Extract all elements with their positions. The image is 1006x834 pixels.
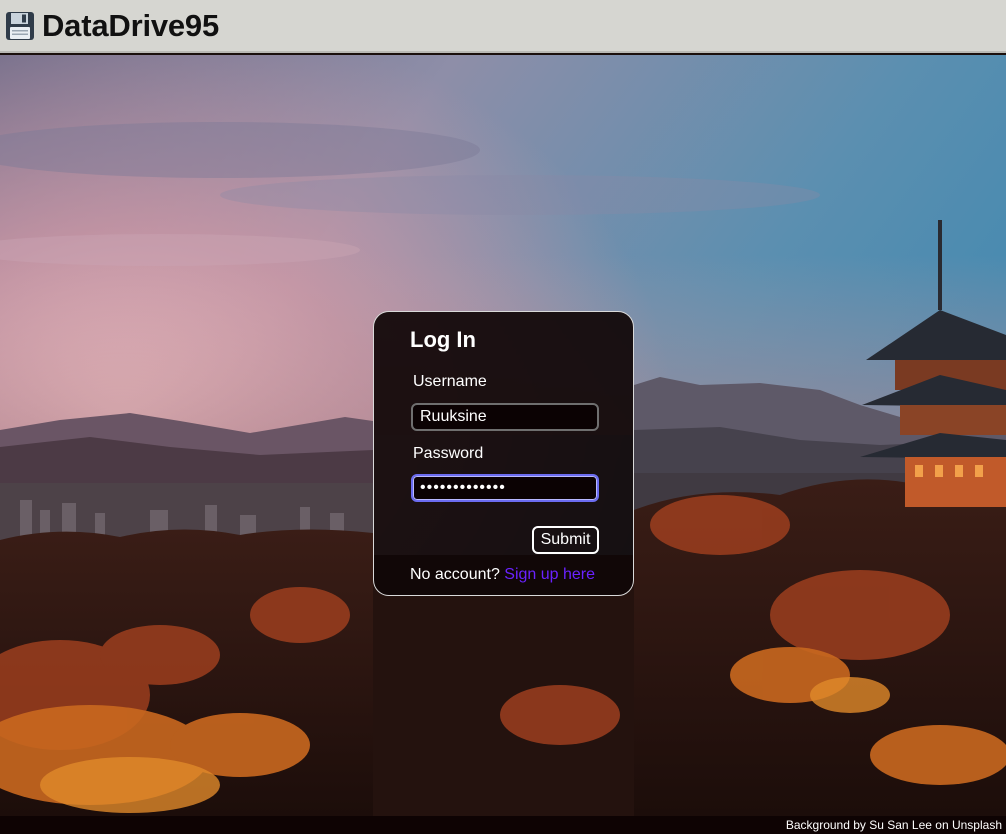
submit-button[interactable]: Submit xyxy=(532,526,599,554)
signup-prompt: No account? Sign up here xyxy=(410,566,595,584)
username-input[interactable] xyxy=(411,403,599,431)
app-root: DataDrive95 Log In Username Ruuksine Pas… xyxy=(0,0,1006,834)
login-card: Log In Username Password Submit No accou… xyxy=(373,311,634,596)
app-title: DataDrive95 xyxy=(42,7,220,43)
signup-link[interactable]: Sign up here xyxy=(504,566,595,583)
password-label: Password xyxy=(413,445,484,462)
footer-bar: Background by Su San Lee on Unsplash xyxy=(0,816,1006,834)
no-account-text: No account? xyxy=(410,566,505,583)
username-label: Username xyxy=(413,373,487,390)
login-title: Log In xyxy=(410,327,476,352)
background-credit: Background by Su San Lee on Unsplash xyxy=(785,818,1002,832)
password-input[interactable] xyxy=(411,474,599,502)
floppy-disk-icon xyxy=(4,10,36,42)
app-header: DataDrive95 xyxy=(0,0,1006,53)
